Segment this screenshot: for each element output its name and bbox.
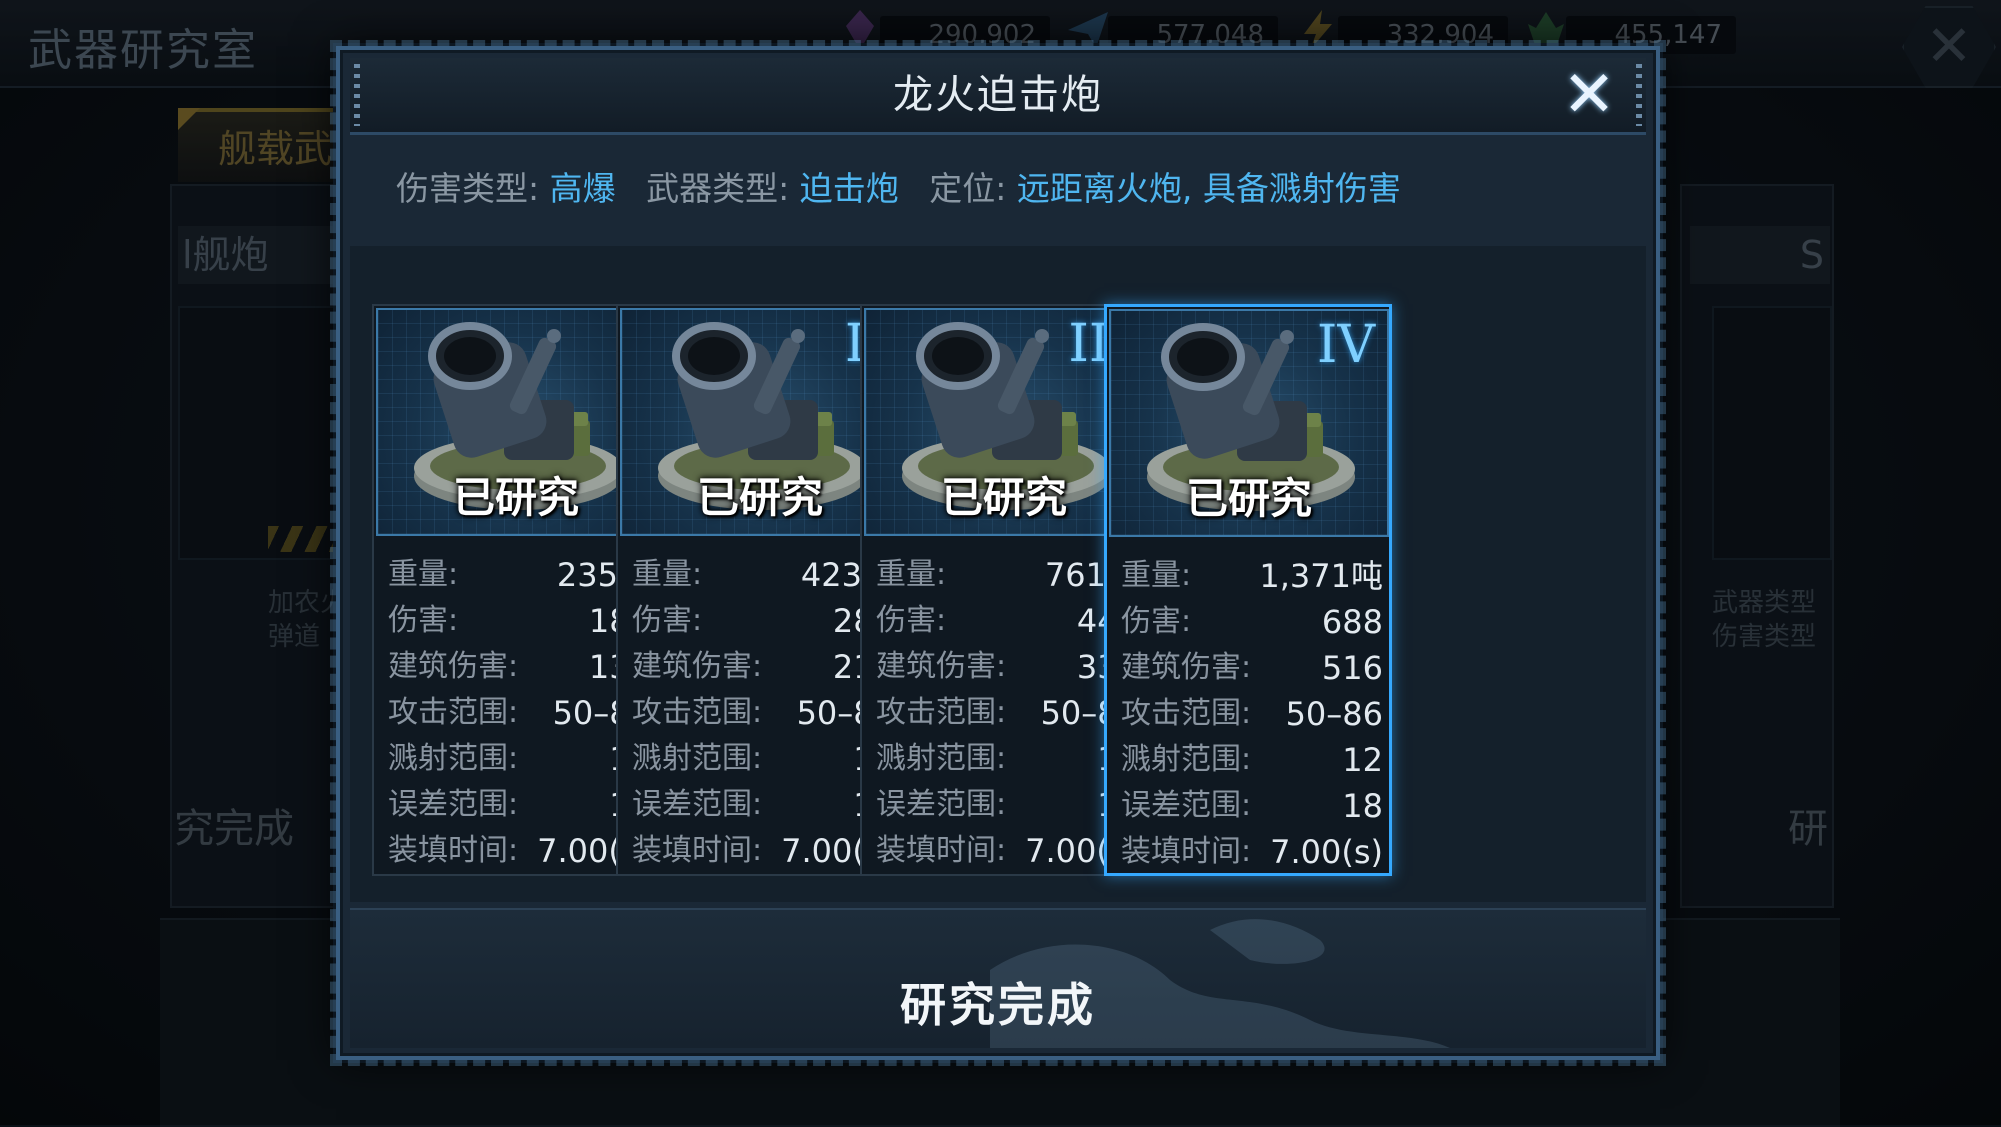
close-icon[interactable]: ✕ <box>1554 62 1624 128</box>
stat-label: 装填时间: <box>632 833 763 868</box>
stat-label: 误差范围: <box>876 787 1007 822</box>
tier-cards: I 已研究 重量:235吨伤害:186建筑伤害:139 攻击范围: 50–86 溅射范… <box>350 246 1646 902</box>
stat-value: 12 <box>1342 741 1383 779</box>
stat-label: 装填时间: <box>1121 834 1252 869</box>
stat-attack-range: 攻击范围: 50–86 <box>876 690 1138 736</box>
stat-error-range: 误差范围: 18 <box>1121 783 1383 829</box>
tier-stats: 重量:235吨伤害:186建筑伤害:139攻击范围:50–86溅射范围:12误差… <box>388 552 650 874</box>
research-complete-bar: 研究完成 <box>350 908 1646 1048</box>
weapon-info: 伤害类型: 高爆 武器类型: 迫击炮 定位: 远距离火炮, 具备溅射伤害 <box>396 164 1421 214</box>
stat-label: 伤害: <box>632 603 703 638</box>
stat-label: 建筑伤害: <box>1121 650 1252 685</box>
stat-label: 装填时间: <box>876 833 1007 868</box>
stat-label: 溅射范围: <box>1121 742 1252 777</box>
stat-weight: 重量: 761吨 <box>876 552 1138 598</box>
stat-error-range: 误差范围:18 <box>632 782 894 828</box>
stat-label: 攻击范围: <box>1121 696 1252 731</box>
stat-attack-range: 攻击范围: 50–86 <box>632 690 894 736</box>
stat-value: 688 <box>1321 603 1383 641</box>
stat-building-damage: 建筑伤害: 516 <box>1121 645 1383 691</box>
stat-value: 1,371吨 <box>1259 557 1383 595</box>
stat-label: 误差范围: <box>1121 788 1252 823</box>
weapon-research-dialog: 龙火迫击炮 ✕ 伤害类型: 高爆 武器类型: 迫击炮 定位: 远距离火炮, 具备… <box>330 40 1666 1066</box>
stat-splash-range: 溅射范围: 12 <box>1121 737 1383 783</box>
stat-label: 伤害: <box>388 603 459 638</box>
stat-label: 伤害: <box>876 603 947 638</box>
stat-building-damage: 建筑伤害:214 <box>632 644 894 690</box>
role-value: 远距离火炮, 具备溅射伤害 <box>1016 169 1401 208</box>
tier-stats: 重量: 1,371吨伤害: 688 建筑伤害: 516 攻击范围: 50–86 溅射范围: 12… <box>1121 553 1383 875</box>
stat-splash-range: 溅射范围:12 <box>388 736 650 782</box>
damage-type-label: 伤害类型: <box>396 169 540 208</box>
stat-error-range: 误差范围:18 <box>876 782 1138 828</box>
stat-label: 溅射范围: <box>632 741 763 776</box>
stat-label: 装填时间: <box>388 833 519 868</box>
stat-label: 伤害: <box>1121 604 1192 639</box>
stat-label: 攻击范围: <box>388 695 519 730</box>
stat-label: 重量: <box>632 557 703 592</box>
stat-label: 建筑伤害: <box>388 649 519 684</box>
stat-weight: 重量: 423吨 <box>632 552 894 598</box>
stat-building-damage: 建筑伤害:139 <box>388 644 650 690</box>
stat-weight: 重量: 1,371吨 <box>1121 553 1383 599</box>
stat-label: 溅射范围: <box>876 741 1007 776</box>
stat-building-damage: 建筑伤害:333 <box>876 644 1138 690</box>
stat-value: 7.00(s) <box>1270 833 1383 871</box>
stat-attack-range: 攻击范围: 50–86 <box>388 690 650 736</box>
stat-label: 攻击范围: <box>876 695 1007 730</box>
tier-image: I 已研究 <box>376 308 656 536</box>
tier-numeral: IV <box>1316 315 1375 375</box>
tier-image: III 已研究 <box>864 308 1144 536</box>
stat-attack-range: 攻击范围: 50–86 <box>1121 691 1383 737</box>
stat-weight: 重量: 235吨 <box>388 552 650 598</box>
dialog-title: 龙火迫击炮 <box>893 72 1103 118</box>
tier-stats: 重量:761吨伤害:444建筑伤害:333攻击范围:50–86溅射范围:12误差… <box>876 552 1138 874</box>
researched-label: 已研究 <box>452 473 579 522</box>
stat-reload-time: 装填时间: 7.00(s) <box>876 828 1138 874</box>
dialog-titlebar: 龙火迫击炮 ✕ <box>350 58 1646 135</box>
stat-label: 建筑伤害: <box>632 649 763 684</box>
stat-label: 溅射范围: <box>388 741 519 776</box>
stat-value: 516 <box>1321 649 1383 687</box>
stat-reload-time: 装填时间: 7.00(s) <box>632 828 894 874</box>
stat-value: 18 <box>1342 787 1383 825</box>
stat-damage: 伤害:286 <box>632 598 894 644</box>
tier-image: IV 已研究 <box>1109 309 1389 537</box>
researched-label: 已研究 <box>1185 474 1312 523</box>
weapon-type-label: 武器类型: <box>646 169 790 208</box>
stat-damage: 伤害:186 <box>388 598 650 644</box>
stat-label: 重量: <box>876 557 947 592</box>
stat-label: 误差范围: <box>632 787 763 822</box>
stat-label: 重量: <box>1121 558 1192 593</box>
damage-type-value: 高爆 <box>549 169 616 208</box>
stat-damage: 伤害:444 <box>876 598 1138 644</box>
tier-image: II 已研究 <box>620 308 900 536</box>
stat-reload-time: 装填时间: 7.00(s) <box>388 828 650 874</box>
stat-splash-range: 溅射范围:12 <box>632 736 894 782</box>
stat-value: 50–86 <box>1285 695 1383 733</box>
stat-label: 重量: <box>388 557 459 592</box>
tier-card-4[interactable]: IV 已研究 重量: 1,371吨伤害: 688 建筑伤害: 516 攻击范围: 50–86… <box>1104 304 1392 876</box>
stat-error-range: 误差范围:18 <box>388 782 650 828</box>
stat-damage: 伤害: 688 <box>1121 599 1383 645</box>
stat-label: 建筑伤害: <box>876 649 1007 684</box>
stat-label: 攻击范围: <box>632 695 763 730</box>
research-complete-button[interactable]: 研究完成 <box>350 910 1646 1048</box>
stat-reload-time: 装填时间: 7.00(s) <box>1121 829 1383 875</box>
stat-label: 误差范围: <box>388 787 519 822</box>
weapon-type-value: 迫击炮 <box>799 169 899 208</box>
tier-stats: 重量:423吨伤害:286建筑伤害:214攻击范围:50–86溅射范围:12误差… <box>632 552 894 874</box>
role-label: 定位: <box>929 169 1007 208</box>
researched-label: 已研究 <box>940 473 1067 522</box>
stat-splash-range: 溅射范围:12 <box>876 736 1138 782</box>
researched-label: 已研究 <box>696 473 823 522</box>
